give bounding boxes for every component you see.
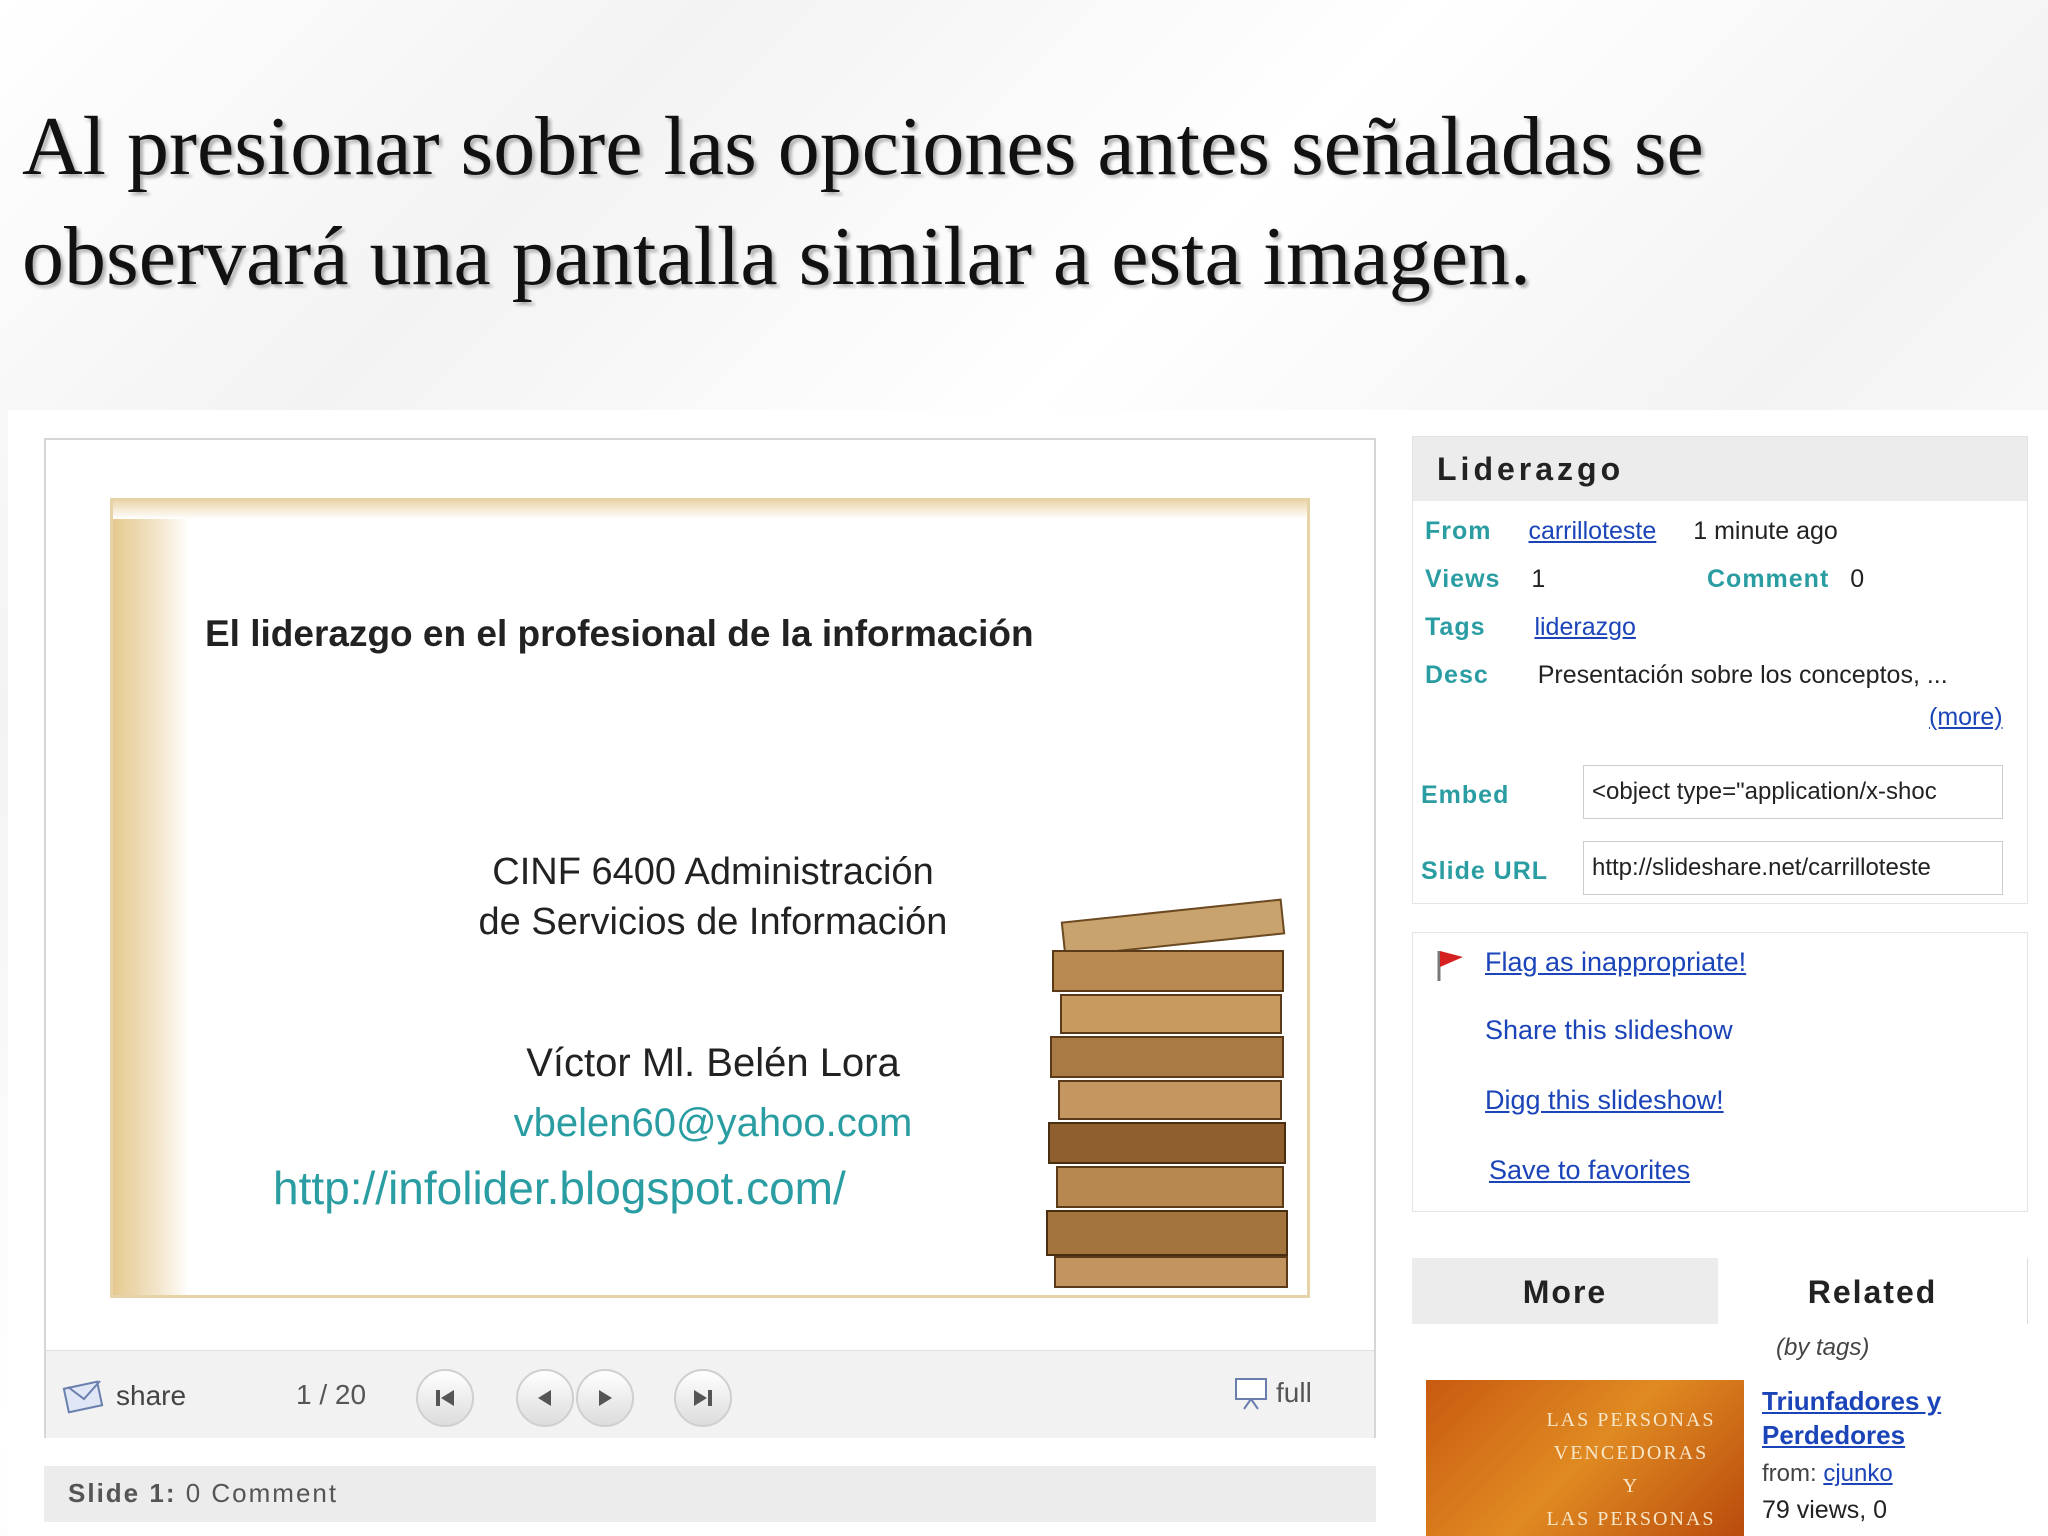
slideshow-info-panel: Liderazgo From carrilloteste 1 minute ag…	[1412, 436, 2028, 904]
related-views: 79 views, 0	[1762, 1496, 1888, 1524]
slide-decorative-edge	[113, 501, 189, 1295]
slideshare-screenshot: El liderazgo en el profesional de la inf…	[8, 410, 2048, 1536]
heading-line-2: observará una pantalla similar a esta im…	[22, 210, 1532, 303]
slide-viewer: El liderazgo en el profesional de la inf…	[44, 438, 1376, 1438]
related-from: from: cjunko	[1762, 1460, 1893, 1488]
slide-counter: 1 / 20	[296, 1379, 367, 1410]
tags-label: Tags	[1425, 613, 1486, 641]
envelope-icon	[62, 1380, 104, 1414]
save-favorites-link[interactable]: Save to favorites	[1489, 1155, 1690, 1186]
related-from-label: from:	[1762, 1460, 1817, 1487]
share-slideshow-link[interactable]: Share this slideshow	[1485, 1015, 1733, 1046]
slide-title: El liderazgo en el profesional de la inf…	[205, 613, 1034, 654]
skip-back-icon	[436, 1390, 454, 1406]
fullscreen-button[interactable]: full	[1232, 1375, 1312, 1411]
next-slide-button[interactable]	[576, 1369, 634, 1427]
slide-comment-bar: Slide 1: 0 Comment	[44, 1466, 1376, 1522]
desc-value: Presentación sobre los conceptos, ...	[1537, 661, 1948, 689]
skip-forward-icon	[694, 1390, 712, 1406]
related-title-link[interactable]: Triunfadores y Perdedores	[1762, 1384, 2022, 1452]
comment-label: Comment	[1707, 565, 1830, 593]
comment-value: 0	[1850, 565, 1865, 593]
views-value: 1	[1531, 565, 1546, 593]
heading-line-1: Al presionar sobre las opciones antes se…	[22, 100, 1704, 193]
slide-comment-count: 0 Comment	[185, 1478, 339, 1508]
play-icon	[599, 1390, 612, 1406]
share-label: share	[116, 1380, 187, 1411]
slide-url: http://infolider.blogspot.com/	[273, 1162, 846, 1214]
related-tabs: More Related	[1412, 1258, 2028, 1326]
comment-row: Comment 0	[1707, 565, 1864, 594]
slideshow-actions-panel: Flag as inappropriate! Share this slides…	[1412, 932, 2028, 1212]
first-slide-button[interactable]	[416, 1369, 474, 1427]
upload-time: 1 minute ago	[1693, 517, 1838, 545]
from-label: From	[1425, 517, 1492, 545]
slide-course-line-1: CINF 6400 Administración	[492, 851, 934, 893]
slide-course-line-2: de Servicios de Información	[478, 901, 948, 943]
digg-slideshow-link[interactable]: Digg this slideshow!	[1485, 1085, 1724, 1116]
embed-label: Embed	[1421, 781, 1510, 809]
thumbnail-text-line: LAS PERSONAS	[1546, 1409, 1716, 1431]
thumbnail-text-line: LAS PERSONAS	[1546, 1508, 1716, 1530]
views-row: Views 1	[1425, 565, 1545, 594]
page-heading: Al presionar sobre las opciones antes se…	[22, 92, 2002, 312]
thumbnail-text-line: Y	[1622, 1475, 1640, 1497]
related-subtitle: (by tags)	[1776, 1334, 1870, 1361]
more-link[interactable]: (more)	[1929, 703, 2003, 732]
slide-decorative-top	[113, 501, 1307, 519]
slide-email: vbelen60@yahoo.com	[513, 1101, 913, 1145]
play-back-icon	[538, 1390, 551, 1406]
related-item[interactable]: LAS PERSONAS VENCEDORAS Y LAS PERSONAS T…	[1426, 1380, 2026, 1536]
book-stack-image	[1046, 898, 1288, 1288]
related-author-link[interactable]: cjunko	[1823, 1460, 1892, 1487]
from-row: From carrilloteste 1 minute ago	[1425, 517, 1838, 546]
desc-row: Desc Presentación sobre los conceptos, .…	[1425, 661, 1948, 690]
author-link[interactable]: carrilloteste	[1528, 517, 1656, 545]
share-button[interactable]: share	[62, 1377, 186, 1415]
slide-comment-label: Slide 1:	[68, 1478, 177, 1508]
slide-url-label: Slide URL	[1421, 857, 1549, 885]
slide-url-field[interactable]: http://slideshare.net/carrilloteste	[1583, 841, 2003, 895]
full-label: full	[1276, 1377, 1312, 1408]
projector-screen-icon	[1235, 1378, 1267, 1410]
related-thumbnail[interactable]: LAS PERSONAS VENCEDORAS Y LAS PERSONAS	[1426, 1380, 1744, 1536]
flag-inappropriate-link[interactable]: Flag as inappropriate!	[1485, 947, 1746, 978]
slide-canvas: El liderazgo en el profesional de la inf…	[110, 498, 1310, 1298]
previous-slide-button[interactable]	[516, 1369, 574, 1427]
flag-icon	[1437, 951, 1463, 981]
embed-code-field[interactable]: <object type="application/x-shoc	[1583, 765, 2003, 819]
tag-link[interactable]: liderazgo	[1534, 613, 1635, 641]
slideshow-title: Liderazgo	[1413, 437, 2027, 501]
tab-related[interactable]: Related	[1718, 1258, 2028, 1324]
viewer-controls: share 1 / 20 full	[46, 1350, 1374, 1438]
thumbnail-text: LAS PERSONAS VENCEDORAS Y LAS PERSONAS	[1526, 1404, 1736, 1536]
last-slide-button[interactable]	[674, 1369, 732, 1427]
slide-author: Víctor Ml. Belén Lora	[526, 1041, 900, 1085]
tags-row: Tags liderazgo	[1425, 613, 1636, 642]
desc-label: Desc	[1425, 661, 1489, 689]
views-label: Views	[1425, 565, 1501, 593]
tab-more[interactable]: More	[1412, 1258, 1718, 1324]
thumbnail-text-line: VENCEDORAS	[1553, 1442, 1709, 1464]
